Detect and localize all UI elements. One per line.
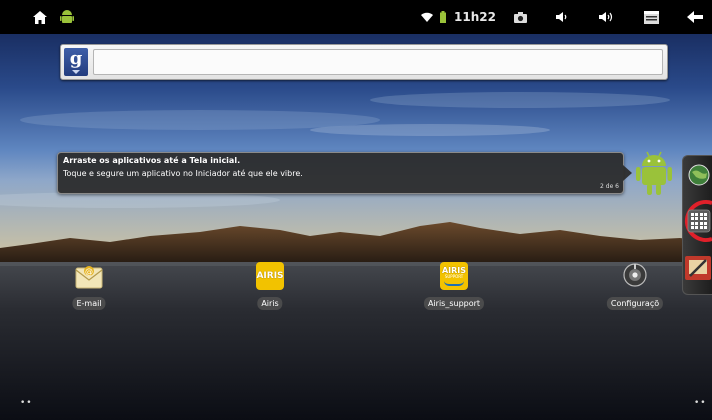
back-icon[interactable]: [684, 0, 706, 34]
wifi-icon: [419, 0, 435, 34]
browser-globe-icon[interactable]: [688, 164, 710, 186]
google-search-button[interactable]: g: [64, 48, 88, 76]
shortcut-airis[interactable]: AIRIS Airis: [225, 262, 315, 314]
shortcut-airis-support[interactable]: AIRIS SUPPORT Airis_support: [409, 262, 499, 314]
status-bar: 11h22: [0, 0, 712, 34]
wave-icon: [444, 281, 464, 286]
airis-support-icon: AIRIS SUPPORT: [440, 262, 468, 290]
shortcut-label: E-mail: [72, 297, 106, 310]
shortcut-configuracoes[interactable]: Configuraçõ: [590, 262, 680, 314]
search-input[interactable]: [93, 49, 663, 75]
airis-icon: AIRIS: [256, 262, 284, 290]
battery-icon: [437, 0, 449, 34]
customize-icon[interactable]: [684, 254, 712, 282]
clock: 11h22: [454, 10, 496, 24]
email-icon: @: [75, 262, 103, 290]
grid-icon: [691, 213, 707, 229]
google-g-icon: g: [69, 48, 83, 69]
airis-icon-text: AIRIS: [256, 271, 284, 281]
menu-icon[interactable]: [640, 0, 662, 34]
page-dots-left[interactable]: ••: [20, 398, 33, 408]
airis-support-icon-subtext: SUPPORT: [444, 274, 464, 279]
tooltip-body: Toque e segure um aplicativo no Iniciado…: [63, 169, 303, 178]
shortcut-email[interactable]: @ E-mail: [44, 262, 134, 314]
screenshot-icon[interactable]: [510, 0, 530, 34]
shortcut-label: Configuraçõ: [606, 297, 664, 310]
android-notification-icon[interactable]: [56, 0, 78, 34]
page-dots-right[interactable]: ••: [694, 398, 707, 408]
tutorial-tooltip: Arraste os aplicativos até a Tela inicia…: [57, 152, 632, 194]
settings-icon: [621, 262, 649, 290]
shortcut-label: Airis: [257, 297, 283, 310]
svg-text:@: @: [85, 267, 93, 276]
tooltip-title: Arraste os aplicativos até a Tela inicia…: [63, 156, 241, 165]
shortcut-label: Airis_support: [423, 297, 485, 310]
app-launcher-button[interactable]: [679, 198, 712, 244]
home-icon[interactable]: [28, 0, 52, 34]
chevron-down-icon: [72, 70, 80, 74]
google-search-bar[interactable]: g: [60, 44, 668, 80]
volume-down-icon[interactable]: [553, 0, 571, 34]
tooltip-page-indicator: 2 de 6: [600, 183, 619, 190]
android-mascot-icon: [636, 150, 672, 196]
volume-up-icon[interactable]: [596, 0, 618, 34]
